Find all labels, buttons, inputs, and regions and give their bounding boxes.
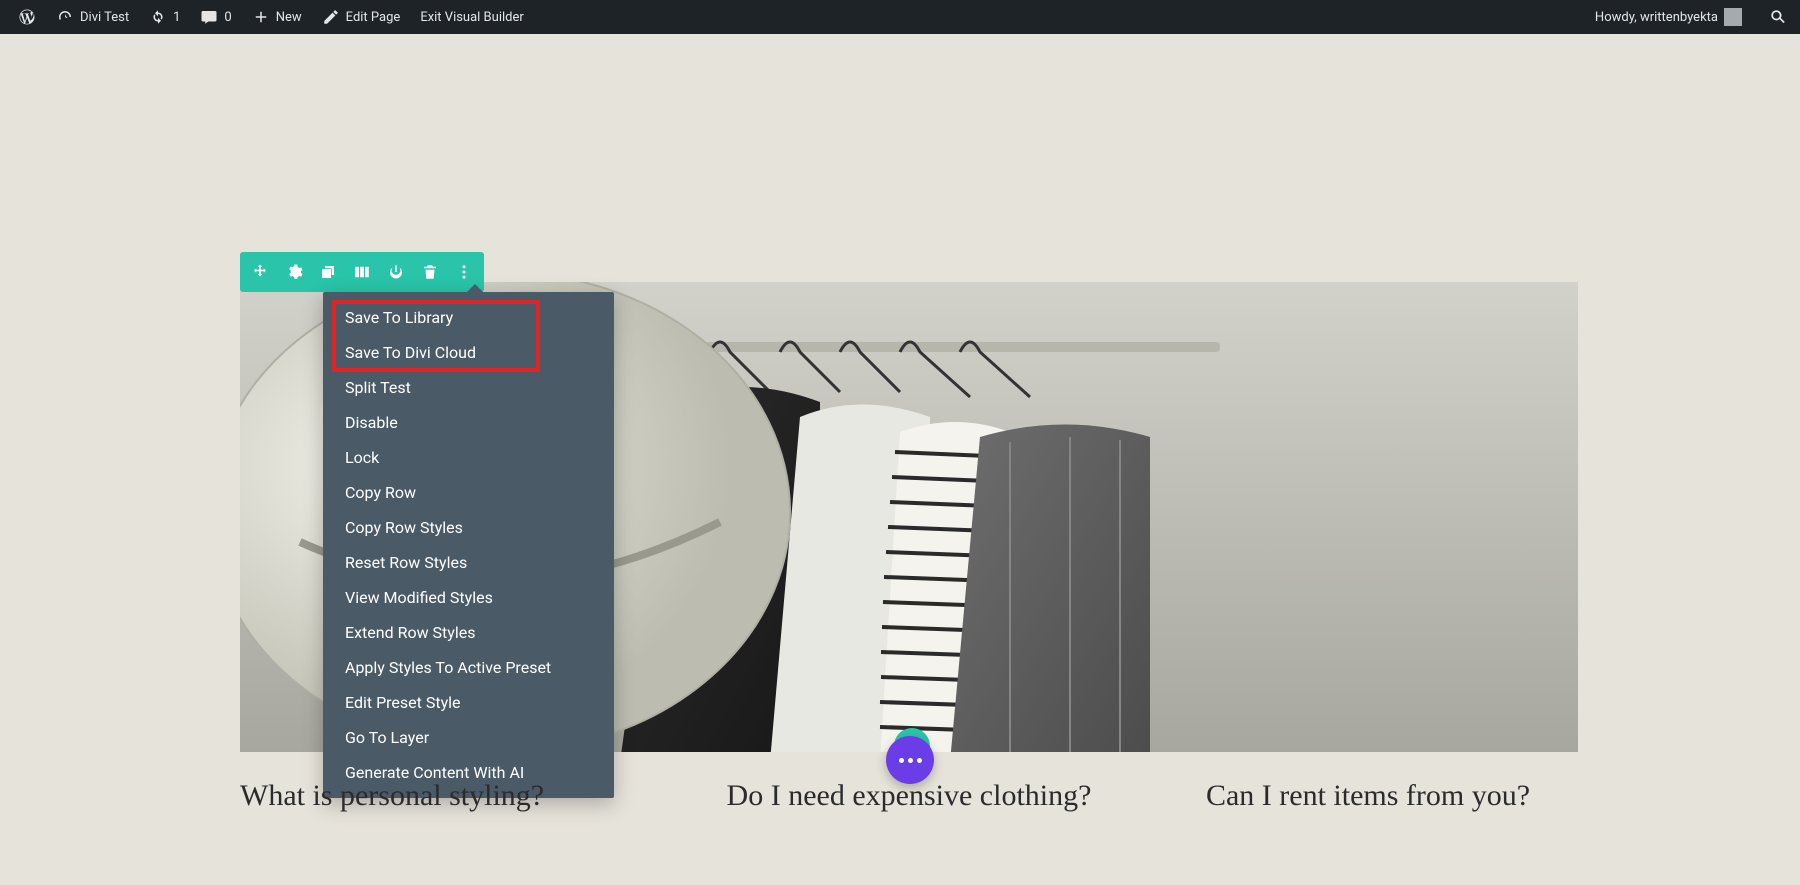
admin-bar-left: Divi Test 1 0 New Edit Page Exit Visual … bbox=[8, 0, 534, 34]
updates-count: 1 bbox=[173, 10, 180, 25]
admin-search[interactable] bbox=[1764, 0, 1792, 34]
move-icon bbox=[251, 263, 269, 281]
divi-fab-stack bbox=[886, 734, 934, 782]
pencil-icon bbox=[322, 8, 340, 26]
columns-icon bbox=[353, 263, 371, 281]
wordpress-icon bbox=[18, 8, 36, 26]
dropdown-item-extend-row-styles[interactable]: Extend Row Styles bbox=[323, 615, 614, 650]
column-heading-1: What is personal styling? bbox=[240, 779, 660, 813]
dropdown-item-save-to-divi-cloud[interactable]: Save To Divi Cloud bbox=[323, 335, 614, 370]
new-menu[interactable]: New bbox=[242, 0, 312, 34]
updates-icon bbox=[149, 8, 167, 26]
toolbar-settings[interactable] bbox=[280, 258, 308, 286]
dropdown-item-reset-row-styles[interactable]: Reset Row Styles bbox=[323, 545, 614, 580]
plus-icon bbox=[252, 8, 270, 26]
three-columns: What is personal styling? Do I need expe… bbox=[240, 779, 1578, 813]
updates-menu[interactable]: 1 bbox=[139, 0, 190, 34]
toolbar-delete[interactable] bbox=[416, 258, 444, 286]
dropdown-item-copy-row[interactable]: Copy Row bbox=[323, 475, 614, 510]
wp-logo-menu[interactable] bbox=[8, 0, 46, 34]
dropdown-item-disable[interactable]: Disable bbox=[323, 405, 614, 440]
power-icon bbox=[387, 263, 405, 281]
dashboard-icon bbox=[56, 8, 74, 26]
wp-admin-bar: Divi Test 1 0 New Edit Page Exit Visual … bbox=[0, 0, 1800, 34]
row-more-dropdown: Save To Library Save To Divi Cloud Split… bbox=[323, 292, 614, 798]
duplicate-icon bbox=[319, 263, 337, 281]
column-heading-2: Do I need expensive clothing? bbox=[699, 779, 1119, 813]
dropdown-item-split-test[interactable]: Split Test bbox=[323, 370, 614, 405]
site-name-menu[interactable]: Divi Test bbox=[46, 0, 139, 34]
avatar bbox=[1724, 8, 1742, 26]
dot-icon bbox=[899, 758, 904, 763]
howdy-text: Howdy, writtenbyekta bbox=[1595, 10, 1718, 25]
dropdown-item-view-modified-styles[interactable]: View Modified Styles bbox=[323, 580, 614, 615]
site-title-text: Divi Test bbox=[80, 10, 129, 25]
divi-fab[interactable] bbox=[886, 736, 934, 784]
dropdown-item-go-to-layer[interactable]: Go To Layer bbox=[323, 720, 614, 755]
column-heading-3: Can I rent items from you? bbox=[1158, 779, 1578, 813]
dropdown-item-lock[interactable]: Lock bbox=[323, 440, 614, 475]
toolbar-more[interactable] bbox=[450, 258, 478, 286]
edit-page-label: Edit Page bbox=[346, 10, 401, 25]
toolbar-columns[interactable] bbox=[348, 258, 376, 286]
dot-icon bbox=[917, 758, 922, 763]
dot-icon bbox=[908, 758, 913, 763]
row-toolbar bbox=[240, 252, 484, 292]
dropdown-item-save-to-library[interactable]: Save To Library bbox=[323, 300, 614, 335]
exit-vb-label: Exit Visual Builder bbox=[420, 10, 523, 25]
comments-menu[interactable]: 0 bbox=[190, 0, 241, 34]
more-vert-icon bbox=[455, 263, 473, 281]
dropdown-item-apply-styles-preset[interactable]: Apply Styles To Active Preset bbox=[323, 650, 614, 685]
toolbar-duplicate[interactable] bbox=[314, 258, 342, 286]
toolbar-power[interactable] bbox=[382, 258, 410, 286]
trash-icon bbox=[421, 263, 439, 281]
edit-page-menu[interactable]: Edit Page bbox=[312, 0, 411, 34]
comment-icon bbox=[200, 8, 218, 26]
search-icon bbox=[1768, 7, 1788, 27]
dropdown-item-edit-preset-style[interactable]: Edit Preset Style bbox=[323, 685, 614, 720]
page-canvas: Save To Library Save To Divi Cloud Split… bbox=[0, 34, 1800, 885]
admin-bar-right: Howdy, writtenbyekta bbox=[1585, 0, 1792, 34]
dropdown-item-copy-row-styles[interactable]: Copy Row Styles bbox=[323, 510, 614, 545]
comments-count: 0 bbox=[224, 10, 231, 25]
gear-icon bbox=[285, 263, 303, 281]
new-label: New bbox=[276, 10, 302, 25]
exit-visual-builder[interactable]: Exit Visual Builder bbox=[410, 0, 533, 34]
toolbar-move[interactable] bbox=[246, 258, 274, 286]
howdy-menu[interactable]: Howdy, writtenbyekta bbox=[1585, 0, 1752, 34]
